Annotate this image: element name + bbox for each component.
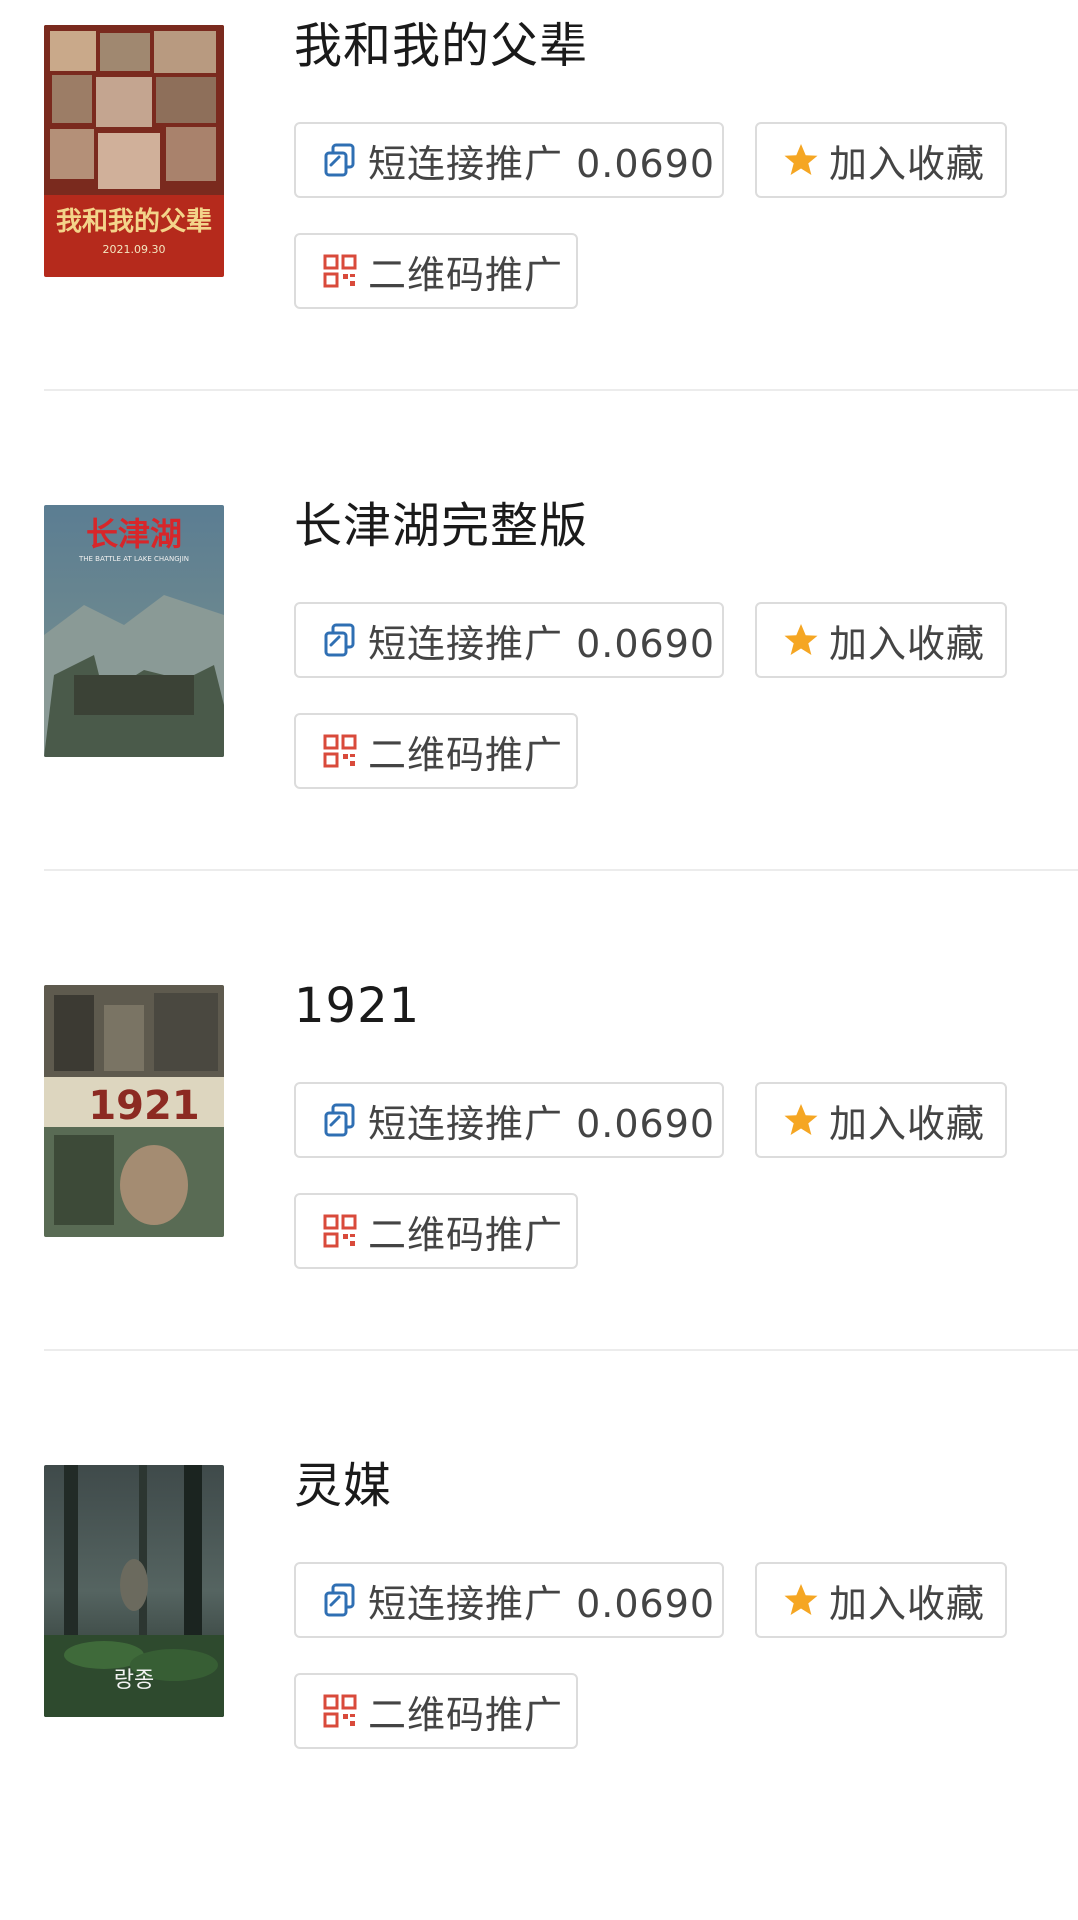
qrcode-promote-button[interactable]: 二维码推广	[294, 713, 578, 789]
qrcode-icon	[320, 731, 360, 771]
short-link-promote-button[interactable]: 短连接推广 0.0690	[294, 602, 724, 678]
short-link-promote-button[interactable]: 短连接推广 0.0690	[294, 1562, 724, 1638]
qrcode-promote-label: 二维码推广	[368, 1692, 564, 1737]
qrcode-promote-label: 二维码推广	[368, 732, 564, 777]
poster-image: 1921	[44, 985, 224, 1237]
add-to-favorites-button[interactable]: 加入收藏	[755, 602, 1007, 678]
poster-title-text: 랑종	[114, 1668, 154, 1693]
short-link-promote-label: 短连接推广 0.0690	[368, 1581, 716, 1626]
copy-link-icon	[320, 1580, 360, 1620]
add-to-favorites-label: 加入收藏	[829, 1581, 986, 1626]
movie-title[interactable]: 长津湖完整版	[294, 498, 588, 554]
add-to-favorites-label: 加入收藏	[829, 141, 986, 186]
add-to-favorites-button[interactable]: 加入收藏	[755, 1082, 1007, 1158]
movie-poster[interactable]: 랑종	[44, 1465, 224, 1717]
qrcode-promote-button[interactable]: 二维码推广	[294, 1673, 578, 1749]
divider	[44, 869, 1078, 871]
add-to-favorites-button[interactable]: 加入收藏	[755, 122, 1007, 198]
movie-title[interactable]: 灵媒	[294, 1458, 392, 1514]
qrcode-promote-button[interactable]: 二维码推广	[294, 233, 578, 309]
qrcode-promote-label: 二维码推广	[368, 252, 564, 297]
list-item: 1921 1921 短连接推广 0.0690 加入收藏 二维码推广	[0, 960, 1078, 1440]
list-item: 长津湖 THE BATTLE AT LAKE CHANGJIN 长津湖完整版 短…	[0, 480, 1078, 960]
poster-title-text: 1921	[88, 1083, 199, 1129]
qrcode-promote-label: 二维码推广	[368, 1212, 564, 1257]
star-icon	[781, 1580, 821, 1620]
star-icon	[781, 140, 821, 180]
copy-link-icon	[320, 620, 360, 660]
short-link-promote-label: 短连接推广 0.0690	[368, 621, 716, 666]
short-link-promote-label: 短连接推广 0.0690	[368, 141, 716, 186]
star-icon	[781, 1100, 821, 1140]
list-item: 랑종 灵媒 短连接推广 0.0690 加入收藏 二维码推广	[0, 1440, 1078, 1920]
short-link-promote-button[interactable]: 短连接推广 0.0690	[294, 1082, 724, 1158]
movie-poster[interactable]: 1921	[44, 985, 224, 1237]
movie-poster[interactable]: 我和我的父辈 2021.09.30	[44, 25, 224, 277]
qrcode-icon	[320, 1211, 360, 1251]
divider	[44, 1349, 1078, 1351]
qrcode-icon	[320, 251, 360, 291]
poster-image: 랑종	[44, 1465, 224, 1717]
add-to-favorites-label: 加入收藏	[829, 1101, 986, 1146]
poster-date-text: 2021.09.30	[103, 243, 166, 256]
poster-image: 我和我的父辈 2021.09.30	[44, 25, 224, 277]
add-to-favorites-button[interactable]: 加入收藏	[755, 1562, 1007, 1638]
movie-poster[interactable]: 长津湖 THE BATTLE AT LAKE CHANGJIN	[44, 505, 224, 757]
qrcode-promote-button[interactable]: 二维码推广	[294, 1193, 578, 1269]
short-link-promote-button[interactable]: 短连接推广 0.0690	[294, 122, 724, 198]
poster-image: 长津湖 THE BATTLE AT LAKE CHANGJIN	[44, 505, 224, 757]
poster-title-text: 长津湖	[86, 515, 182, 553]
add-to-favorites-label: 加入收藏	[829, 621, 986, 666]
qrcode-icon	[320, 1691, 360, 1731]
copy-link-icon	[320, 1100, 360, 1140]
star-icon	[781, 620, 821, 660]
list-item: 我和我的父辈 2021.09.30 我和我的父辈 短连接推广 0.0690 加入…	[0, 0, 1078, 480]
copy-link-icon	[320, 140, 360, 180]
movie-title[interactable]: 我和我的父辈	[294, 18, 588, 74]
short-link-promote-label: 短连接推广 0.0690	[368, 1101, 716, 1146]
poster-subtitle-text: THE BATTLE AT LAKE CHANGJIN	[78, 555, 189, 563]
divider	[44, 389, 1078, 391]
movie-title[interactable]: 1921	[294, 978, 420, 1034]
poster-title-text: 我和我的父辈	[56, 206, 212, 237]
